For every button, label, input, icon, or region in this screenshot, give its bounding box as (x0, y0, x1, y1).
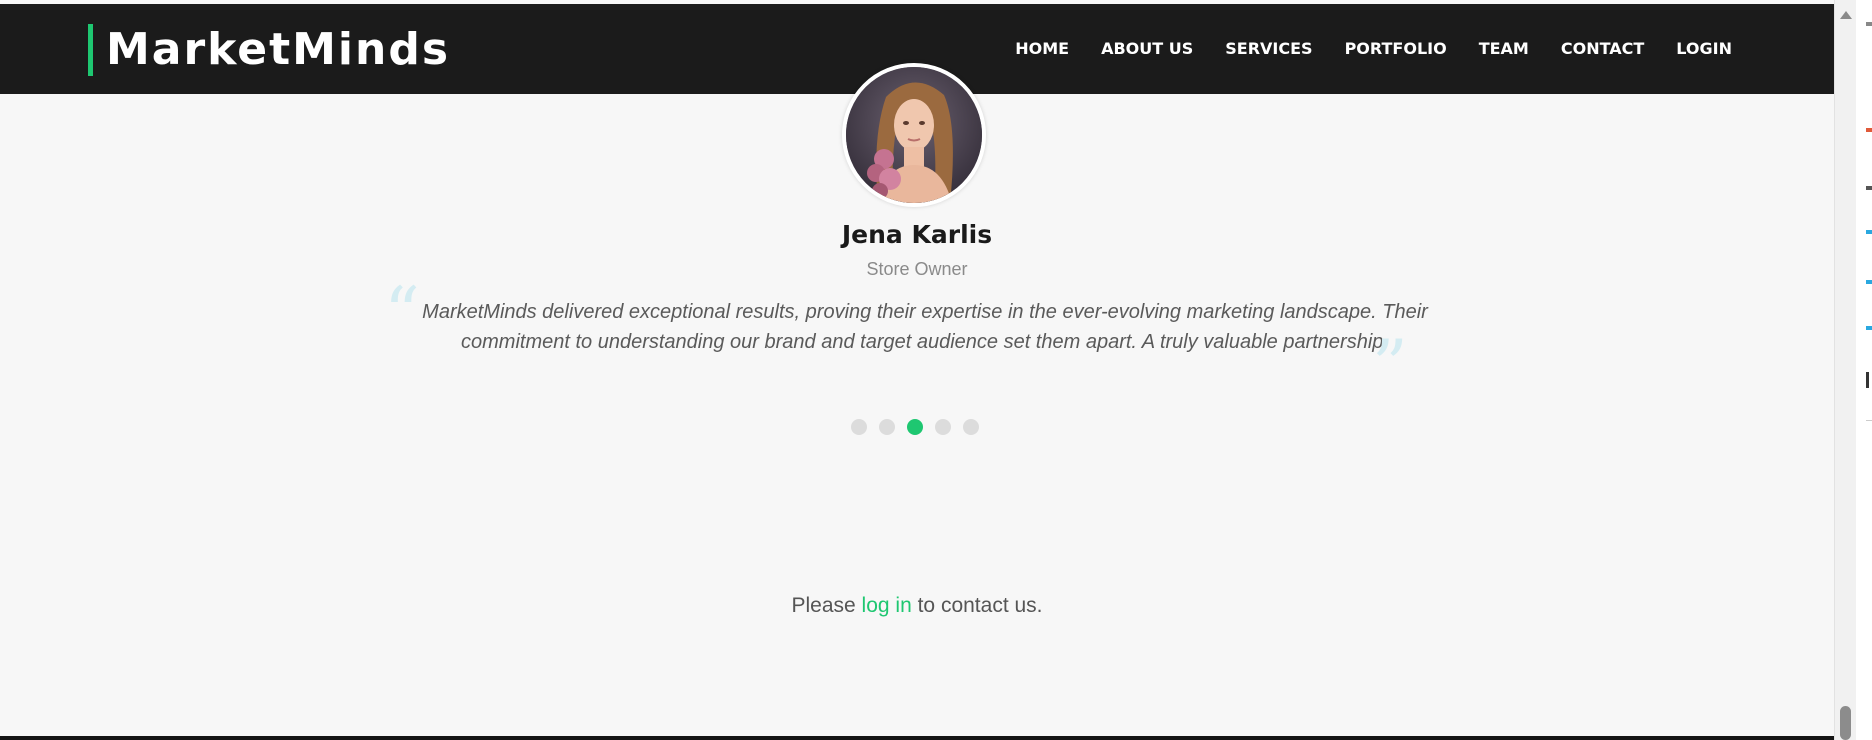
side-divider (1866, 420, 1872, 421)
carousel-dot-3[interactable] (907, 419, 923, 435)
login-prompt-suffix: to contact us. (917, 594, 1043, 617)
nav-contact[interactable]: CONTACT (1561, 34, 1644, 64)
login-prompt-prefix: Please (791, 594, 856, 617)
side-panel-edge (1856, 0, 1872, 740)
footer-edge (0, 736, 1834, 740)
testimonial-name: Jena Karlis (841, 220, 993, 249)
side-mark-icon (1866, 128, 1872, 132)
carousel-dot-4[interactable] (935, 419, 951, 435)
nav-about-us[interactable]: ABOUT US (1101, 34, 1193, 64)
main-nav: HOME ABOUT US SERVICES PORTFOLIO TEAM CO… (1015, 34, 1732, 64)
nav-login[interactable]: LOGIN (1676, 34, 1732, 64)
nav-team[interactable]: TEAM (1479, 34, 1529, 64)
nav-portfolio[interactable]: PORTFOLIO (1345, 34, 1447, 64)
testimonial-quote: MarketMinds delivered exceptional result… (422, 301, 1428, 353)
scroll-up-arrow-icon[interactable] (1840, 11, 1852, 19)
nav-services[interactable]: SERVICES (1225, 34, 1312, 64)
side-mark-icon (1866, 280, 1872, 284)
side-mark-icon (1866, 372, 1869, 388)
page: MarketMinds HOME ABOUT US SERVICES PORTF… (0, 0, 1834, 740)
carousel-pagination (851, 419, 979, 435)
testimonial-role: Store Owner (866, 259, 968, 279)
side-mark-icon (1866, 22, 1872, 26)
carousel-dot-5[interactable] (963, 419, 979, 435)
side-mark-icon (1866, 186, 1872, 190)
side-mark-icon (1866, 230, 1872, 234)
carousel-dot-2[interactable] (879, 419, 895, 435)
close-quote-icon: ” (1372, 325, 1408, 407)
vertical-scrollbar[interactable] (1834, 0, 1856, 740)
side-mark-icon (1866, 326, 1872, 330)
scrollbar-thumb[interactable] (1840, 706, 1851, 740)
contact-login-prompt: Please log in to contact us. (0, 594, 1834, 618)
testimonial-avatar (842, 63, 986, 207)
portrait-photo-icon (846, 67, 982, 203)
login-link[interactable]: log in (862, 594, 912, 617)
brand-accent-bar (88, 24, 93, 76)
carousel-dot-1[interactable] (851, 419, 867, 435)
brand-logo[interactable]: MarketMinds (106, 24, 450, 76)
nav-home[interactable]: HOME (1015, 34, 1069, 64)
